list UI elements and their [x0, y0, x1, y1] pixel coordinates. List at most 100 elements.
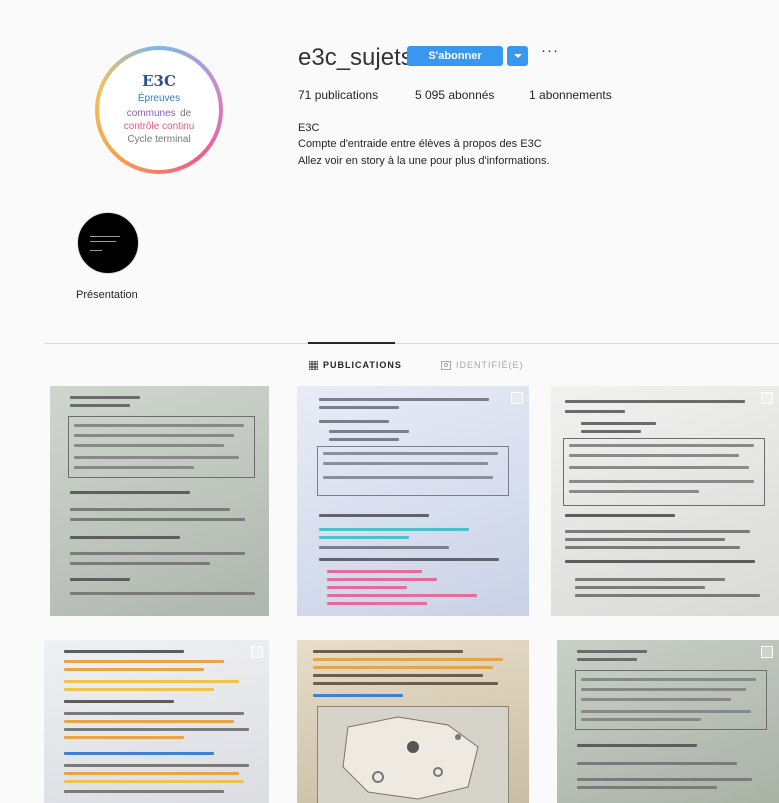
doc-line	[319, 558, 499, 561]
doc-line	[565, 410, 625, 413]
doc-line	[569, 480, 754, 483]
tagged-icon	[441, 360, 451, 370]
stat-publications: 71 publications	[298, 88, 378, 102]
doc-line	[70, 536, 180, 539]
doc-line	[64, 668, 204, 671]
doc-line	[64, 700, 174, 703]
doc-line	[64, 790, 224, 793]
doc-line	[569, 466, 749, 469]
stat-followers-count: 5 095	[415, 88, 446, 102]
map-icon	[342, 716, 479, 800]
doc-line	[64, 712, 244, 715]
doc-line	[64, 764, 249, 767]
doc-line	[64, 728, 249, 731]
doc-line	[575, 594, 760, 597]
doc-line	[313, 666, 493, 669]
doc-line	[581, 422, 656, 425]
doc-line	[565, 538, 725, 541]
post-thumbnail-4[interactable]	[44, 640, 269, 803]
chevron-down-icon	[513, 54, 522, 58]
doc-line	[581, 688, 746, 691]
tab-publications[interactable]: PUBLICATIONS	[309, 360, 402, 370]
doc-line	[74, 434, 234, 437]
doc-line	[70, 396, 140, 399]
doc-line	[70, 518, 245, 521]
doc-line	[319, 528, 469, 531]
doc-line	[327, 594, 477, 597]
highlight-text-line	[89, 240, 116, 242]
multiple-images-icon	[761, 392, 773, 404]
doc-line	[569, 444, 754, 447]
doc-line	[313, 682, 498, 685]
tab-tagged[interactable]: IDENTIFIÉ(E)	[441, 360, 524, 370]
more-options-icon[interactable]: ···	[541, 42, 559, 59]
doc-line	[74, 444, 224, 447]
stat-publications-count: 71	[298, 88, 312, 102]
doc-line	[64, 688, 214, 691]
logo-line-2b: de	[180, 107, 192, 119]
doc-line	[64, 780, 244, 783]
stat-followers[interactable]: 5 095 abonnés	[415, 88, 494, 102]
multiple-images-icon	[761, 646, 773, 658]
post-thumbnail-1[interactable]	[50, 386, 269, 616]
doc-line	[319, 536, 409, 539]
doc-line	[323, 476, 493, 479]
follow-button[interactable]: S'abonner	[407, 46, 503, 66]
doc-line	[319, 546, 449, 549]
doc-line	[565, 530, 750, 533]
logo-line-2a: communes	[126, 107, 176, 119]
active-tab-indicator	[308, 342, 395, 344]
doc-line	[577, 744, 697, 747]
highlight-thumbnail	[76, 212, 139, 274]
doc-line	[329, 430, 409, 433]
stat-following[interactable]: 1 abonnements	[529, 88, 612, 102]
doc-line	[569, 454, 739, 457]
logo-line-2: communes de	[127, 105, 191, 120]
profile-avatar[interactable]: E3C Épreuves communes de contrôle contin…	[95, 46, 223, 174]
doc-line	[327, 570, 422, 573]
doc-line	[313, 694, 403, 697]
doc-line	[581, 718, 701, 721]
doc-line	[64, 736, 184, 739]
doc-box	[563, 438, 765, 506]
suggestions-dropdown-button[interactable]	[507, 46, 528, 66]
post-thumbnail-3[interactable]	[551, 386, 779, 616]
post-thumbnail-2[interactable]	[297, 386, 529, 616]
story-highlight[interactable]	[75, 212, 140, 274]
doc-line	[70, 562, 210, 565]
post-thumbnail-5[interactable]	[297, 640, 529, 803]
doc-line	[577, 650, 647, 653]
doc-line	[565, 560, 755, 563]
doc-line	[74, 456, 239, 459]
logo-title: E3C	[142, 71, 176, 90]
doc-line	[577, 762, 737, 765]
stat-publications-label: publications	[314, 88, 379, 102]
bio-line-1: Compte d'entraide entre élèves à propos …	[298, 138, 542, 150]
multiple-images-icon	[511, 392, 523, 404]
doc-line	[64, 650, 184, 653]
doc-line	[313, 674, 483, 677]
doc-line	[64, 680, 239, 683]
doc-line	[569, 490, 699, 493]
stat-followers-label: abonnés	[448, 88, 495, 102]
doc-line	[581, 430, 641, 433]
highlight-text-line	[89, 235, 120, 237]
doc-line	[74, 466, 194, 469]
tab-tagged-label: IDENTIFIÉ(E)	[456, 360, 524, 370]
stat-following-label: abonnements	[539, 88, 612, 102]
doc-line	[70, 578, 130, 581]
logo-line-4: Cycle terminal	[127, 133, 191, 145]
doc-line	[565, 546, 740, 549]
doc-line	[70, 508, 230, 511]
doc-line	[313, 658, 503, 661]
doc-line	[327, 586, 407, 589]
profile-username: e3c_sujets	[298, 44, 413, 71]
tab-publications-label: PUBLICATIONS	[323, 360, 402, 370]
doc-line	[319, 514, 429, 517]
doc-line	[581, 678, 756, 681]
doc-line	[327, 602, 427, 605]
doc-line	[319, 398, 489, 401]
doc-line	[64, 772, 239, 775]
doc-line	[70, 491, 190, 494]
post-thumbnail-6[interactable]	[557, 640, 779, 803]
